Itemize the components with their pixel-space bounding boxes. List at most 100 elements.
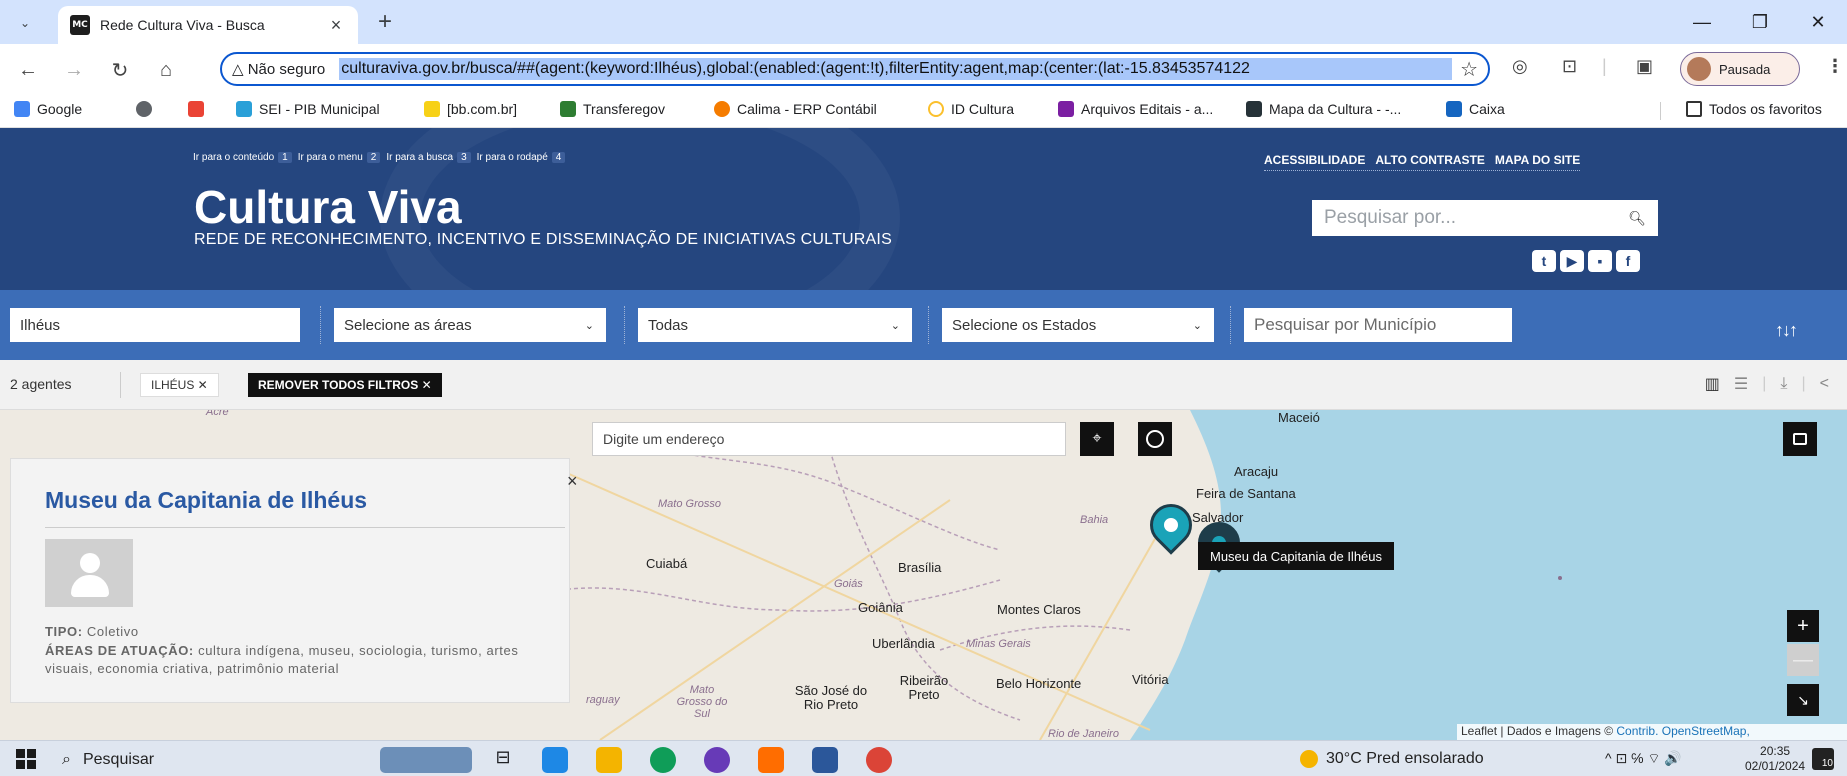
file-explorer-icon[interactable] (596, 747, 622, 773)
tab-search-chevron-icon[interactable]: ⌄ (12, 10, 38, 36)
windows-start-icon[interactable] (16, 749, 36, 769)
word-icon[interactable] (812, 747, 838, 773)
chat-icon[interactable]: ◎ (1512, 56, 1528, 77)
system-tray[interactable]: ^ ⊡ ℅ ⌔ 🔊 (1605, 750, 1682, 768)
tab-close-icon[interactable]: × (326, 15, 346, 36)
map-label: Minas Gerais (966, 638, 1031, 650)
share-icon[interactable]: < (1820, 375, 1829, 393)
minimize-icon[interactable]: — (1673, 0, 1731, 44)
bookmark-arquivos-editais[interactable]: Arquivos Editais - a... (1058, 101, 1213, 117)
bookmark-transferegov[interactable]: Transferegov (560, 101, 665, 117)
advanced-filters-icon[interactable]: ↑↓↑ (1775, 320, 1798, 341)
draw-circle-button[interactable] (1138, 422, 1172, 456)
popup-divider (45, 527, 565, 528)
bookmark-google[interactable]: Google (14, 101, 82, 117)
keyword-input[interactable]: Ilhéus (10, 308, 300, 342)
new-tab-button[interactable]: + (370, 8, 400, 38)
accessibility-link[interactable]: ACESSIBILIDADE (1264, 153, 1365, 167)
remove-all-filters-button[interactable]: REMOVER TODOS FILTROS ✕ (248, 373, 442, 397)
clock[interactable]: 20:35 02/01/2024 (1745, 744, 1805, 774)
restore-icon[interactable]: ❐ (1731, 0, 1789, 44)
address-bar[interactable]: △ Não seguro culturaviva.gov.br/busca/##… (220, 52, 1490, 86)
list-view-icon[interactable]: ☰ (1734, 374, 1748, 394)
folder-icon (1686, 101, 1702, 117)
side-panel-icon[interactable]: ▣ (1636, 56, 1653, 77)
extensions-icon[interactable]: ⊡ (1562, 56, 1577, 77)
high-contrast-link[interactable]: ALTO CONTRASTE (1375, 153, 1485, 167)
bookmark-calima[interactable]: Calima - ERP Contábil (714, 101, 877, 117)
chrome-icon[interactable] (866, 747, 892, 773)
zoom-out-button[interactable]: — (1787, 644, 1819, 676)
taskbar-search[interactable]: ⌕ Pesquisar (62, 747, 352, 773)
filter-divider (1230, 306, 1231, 344)
app-icon[interactable] (704, 747, 730, 773)
facebook-icon[interactable]: f (1616, 250, 1640, 272)
skip-link-footer[interactable]: Ir para o rodapé 4 (477, 152, 566, 163)
fullscreen-button[interactable] (1783, 422, 1817, 456)
search-icon: ⌕ (62, 751, 71, 768)
back-arrow-icon[interactable]: ← (14, 56, 42, 84)
site-title[interactable]: Cultura Viva (194, 180, 462, 234)
edge-icon[interactable] (650, 747, 676, 773)
tab-title: Rede Cultura Viva - Busca (100, 17, 265, 33)
municipio-input[interactable]: Pesquisar por Município (1244, 308, 1512, 342)
areas-select[interactable]: Selecione as áreas ⌄ (334, 308, 606, 342)
bookmark-chatgpt[interactable] (136, 101, 159, 117)
home-icon[interactable]: ⌂ (152, 56, 180, 84)
osm-link[interactable]: Contrib. OpenStreetMap, (1616, 724, 1749, 738)
bookmark-sei[interactable]: SEI - PIB Municipal (236, 101, 380, 117)
forward-arrow-icon[interactable]: → (60, 56, 88, 84)
map-view[interactable]: Acre Maceió Aracaju Feira de Santana Sal… (0, 410, 1847, 740)
keyword-filter-chip[interactable]: ILHÉUS ✕ (140, 373, 219, 397)
url-text[interactable]: culturaviva.gov.br/busca/##(agent:(keywo… (339, 58, 1453, 80)
results-count: 2 agentes (10, 376, 72, 392)
map-view-icon[interactable]: ▥ (1705, 374, 1720, 394)
map-label: Goiânia (858, 600, 903, 615)
notification-icon[interactable]: 10 (1812, 748, 1834, 770)
reload-icon[interactable]: ↻ (106, 56, 134, 84)
agent-title-link[interactable]: Museu da Capitania de Ilhéus (45, 487, 367, 514)
security-warning[interactable]: △ Não seguro (232, 60, 325, 78)
skip-link-content[interactable]: Ir para o conteúdo 1 (193, 152, 292, 163)
site-header: Ir para o conteúdo 1 Ir para o menu 2 Ir p… (0, 128, 1847, 290)
bookmark-bb[interactable]: [bb.com.br] (424, 101, 517, 117)
search-filter-bar: Ilhéus Selecione as áreas ⌄ Todas ⌄ Seleci… (0, 290, 1847, 360)
bookmark-google-2[interactable] (188, 101, 211, 117)
expand-map-button[interactable]: ↘ (1787, 684, 1819, 716)
close-window-icon[interactable]: ✕ (1789, 0, 1847, 44)
map-label: Feira de Santana (1196, 486, 1296, 501)
task-view-icon[interactable]: ⊟ (490, 747, 516, 773)
arquivos-icon (1058, 101, 1074, 117)
flickr-icon[interactable]: ▪ (1588, 250, 1612, 272)
close-popup-icon[interactable]: × (567, 471, 578, 492)
all-bookmarks-folder[interactable]: Todos os favoritos (1686, 101, 1822, 117)
skip-link-search[interactable]: Ir para a busca 3 (386, 152, 471, 163)
address-search-input[interactable]: Digite um endereço (592, 422, 1066, 456)
zoom-in-button[interactable]: + (1787, 610, 1819, 642)
bookmark-id-cultura[interactable]: ID Cultura (928, 101, 1014, 117)
browser-tab[interactable]: MC Rede Cultura Viva - Busca × (58, 6, 358, 44)
map-label: raguay (586, 694, 620, 706)
map-label: Goiás (834, 578, 863, 590)
site-map-link[interactable]: MAPA DO SITE (1495, 153, 1580, 167)
weather-widget[interactable]: 30°C Pred ensolarado (1300, 750, 1484, 768)
states-select[interactable]: Selecione os Estados ⌄ (942, 308, 1214, 342)
tools-divider: | (1801, 375, 1806, 392)
search-icon[interactable]: 🔍︎ (1628, 210, 1646, 227)
results-divider (120, 372, 121, 398)
app-icon[interactable] (758, 747, 784, 773)
youtube-icon[interactable]: ▶ (1560, 250, 1584, 272)
locate-me-button[interactable]: ⌖ (1080, 422, 1114, 456)
twitter-icon[interactable]: t (1532, 250, 1556, 272)
bookmark-star-icon[interactable]: ☆ (1460, 57, 1478, 82)
bookmark-caixa[interactable]: Caixa (1446, 101, 1505, 117)
bookmark-mapa-cultura[interactable]: Mapa da Cultura - -... (1246, 101, 1401, 117)
map-label: Acre (206, 410, 229, 418)
mail-icon[interactable] (542, 747, 568, 773)
profile-button[interactable]: Pausada (1680, 52, 1800, 86)
site-search-input[interactable]: Pesquisar por... 🔍︎ (1312, 200, 1658, 236)
skip-link-menu[interactable]: Ir para o menu 2 (298, 152, 381, 163)
menu-kebab-icon[interactable]: ⋮ (1826, 56, 1844, 77)
type-select[interactable]: Todas ⌄ (638, 308, 912, 342)
download-icon[interactable]: ⤓ (1780, 375, 1787, 393)
